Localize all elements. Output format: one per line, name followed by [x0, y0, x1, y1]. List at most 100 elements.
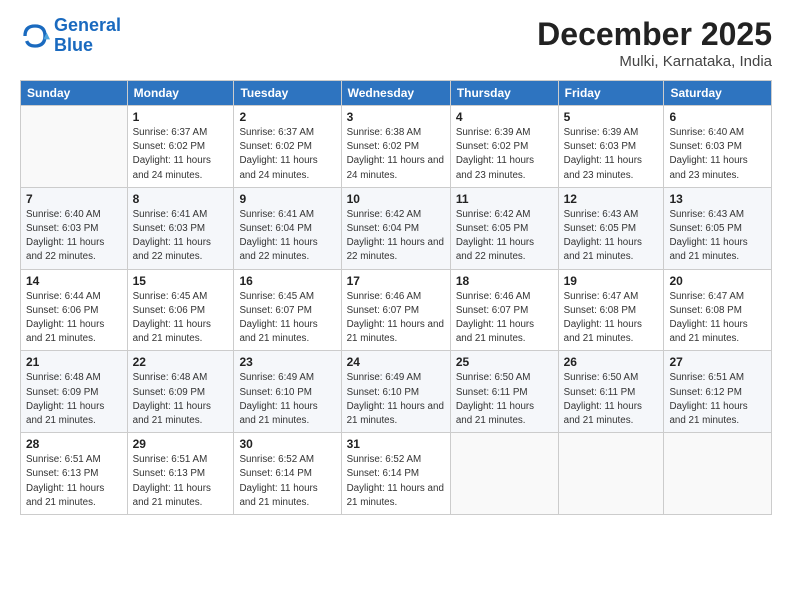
day-number: 25: [456, 355, 553, 369]
cell-w2-d1: 8 Sunrise: 6:41 AM Sunset: 6:03 PM Dayli…: [127, 187, 234, 269]
day-info: Sunrise: 6:52 AM Sunset: 6:14 PM Dayligh…: [239, 453, 335, 510]
title-block: December 2025 Mulki, Karnataka, India: [537, 16, 772, 70]
day-number: 13: [669, 192, 766, 206]
logo-icon: [20, 21, 50, 51]
day-number: 8: [133, 192, 229, 206]
day-number: 24: [347, 355, 445, 369]
cell-w5-d2: 30 Sunrise: 6:52 AM Sunset: 6:14 PM Dayl…: [234, 433, 341, 515]
cell-w4-d0: 21 Sunrise: 6:48 AM Sunset: 6:09 PM Dayl…: [21, 351, 128, 433]
header-row: Sunday Monday Tuesday Wednesday Thursday…: [21, 81, 772, 106]
day-number: 11: [456, 192, 553, 206]
day-info: Sunrise: 6:48 AM Sunset: 6:09 PM Dayligh…: [26, 371, 122, 428]
day-info: Sunrise: 6:43 AM Sunset: 6:05 PM Dayligh…: [669, 208, 766, 265]
day-info: Sunrise: 6:37 AM Sunset: 6:02 PM Dayligh…: [133, 126, 229, 183]
cell-w4-d2: 23 Sunrise: 6:49 AM Sunset: 6:10 PM Dayl…: [234, 351, 341, 433]
day-info: Sunrise: 6:47 AM Sunset: 6:08 PM Dayligh…: [564, 290, 659, 347]
day-info: Sunrise: 6:43 AM Sunset: 6:05 PM Dayligh…: [564, 208, 659, 265]
day-info: Sunrise: 6:46 AM Sunset: 6:07 PM Dayligh…: [347, 290, 445, 347]
cell-w3-d4: 18 Sunrise: 6:46 AM Sunset: 6:07 PM Dayl…: [450, 269, 558, 351]
day-number: 20: [669, 274, 766, 288]
week-row-2: 7 Sunrise: 6:40 AM Sunset: 6:03 PM Dayli…: [21, 187, 772, 269]
cell-w3-d0: 14 Sunrise: 6:44 AM Sunset: 6:06 PM Dayl…: [21, 269, 128, 351]
day-info: Sunrise: 6:39 AM Sunset: 6:03 PM Dayligh…: [564, 126, 659, 183]
week-row-5: 28 Sunrise: 6:51 AM Sunset: 6:13 PM Dayl…: [21, 433, 772, 515]
day-info: Sunrise: 6:39 AM Sunset: 6:02 PM Dayligh…: [456, 126, 553, 183]
day-number: 17: [347, 274, 445, 288]
day-info: Sunrise: 6:40 AM Sunset: 6:03 PM Dayligh…: [669, 126, 766, 183]
day-number: 9: [239, 192, 335, 206]
cell-w1-d0: [21, 106, 128, 188]
cell-w2-d4: 11 Sunrise: 6:42 AM Sunset: 6:05 PM Dayl…: [450, 187, 558, 269]
day-number: 10: [347, 192, 445, 206]
col-thursday: Thursday: [450, 81, 558, 106]
logo: General Blue: [20, 16, 121, 56]
day-info: Sunrise: 6:42 AM Sunset: 6:04 PM Dayligh…: [347, 208, 445, 265]
day-info: Sunrise: 6:45 AM Sunset: 6:07 PM Dayligh…: [239, 290, 335, 347]
col-tuesday: Tuesday: [234, 81, 341, 106]
cell-w1-d2: 2 Sunrise: 6:37 AM Sunset: 6:02 PM Dayli…: [234, 106, 341, 188]
day-number: 16: [239, 274, 335, 288]
day-info: Sunrise: 6:46 AM Sunset: 6:07 PM Dayligh…: [456, 290, 553, 347]
cell-w3-d2: 16 Sunrise: 6:45 AM Sunset: 6:07 PM Dayl…: [234, 269, 341, 351]
cell-w2-d2: 9 Sunrise: 6:41 AM Sunset: 6:04 PM Dayli…: [234, 187, 341, 269]
day-number: 5: [564, 110, 659, 124]
day-info: Sunrise: 6:50 AM Sunset: 6:11 PM Dayligh…: [564, 371, 659, 428]
day-number: 12: [564, 192, 659, 206]
col-wednesday: Wednesday: [341, 81, 450, 106]
cell-w3-d6: 20 Sunrise: 6:47 AM Sunset: 6:08 PM Dayl…: [664, 269, 772, 351]
cell-w4-d5: 26 Sunrise: 6:50 AM Sunset: 6:11 PM Dayl…: [558, 351, 664, 433]
cell-w3-d3: 17 Sunrise: 6:46 AM Sunset: 6:07 PM Dayl…: [341, 269, 450, 351]
cell-w1-d3: 3 Sunrise: 6:38 AM Sunset: 6:02 PM Dayli…: [341, 106, 450, 188]
cell-w1-d4: 4 Sunrise: 6:39 AM Sunset: 6:02 PM Dayli…: [450, 106, 558, 188]
cell-w1-d6: 6 Sunrise: 6:40 AM Sunset: 6:03 PM Dayli…: [664, 106, 772, 188]
calendar-table: Sunday Monday Tuesday Wednesday Thursday…: [20, 80, 772, 515]
cell-w4-d3: 24 Sunrise: 6:49 AM Sunset: 6:10 PM Dayl…: [341, 351, 450, 433]
cell-w2-d0: 7 Sunrise: 6:40 AM Sunset: 6:03 PM Dayli…: [21, 187, 128, 269]
cell-w4-d1: 22 Sunrise: 6:48 AM Sunset: 6:09 PM Dayl…: [127, 351, 234, 433]
cell-w4-d4: 25 Sunrise: 6:50 AM Sunset: 6:11 PM Dayl…: [450, 351, 558, 433]
col-monday: Monday: [127, 81, 234, 106]
day-info: Sunrise: 6:38 AM Sunset: 6:02 PM Dayligh…: [347, 126, 445, 183]
day-number: 31: [347, 437, 445, 451]
cell-w3-d5: 19 Sunrise: 6:47 AM Sunset: 6:08 PM Dayl…: [558, 269, 664, 351]
logo-general: General: [54, 15, 121, 35]
day-number: 22: [133, 355, 229, 369]
cell-w4-d6: 27 Sunrise: 6:51 AM Sunset: 6:12 PM Dayl…: [664, 351, 772, 433]
cell-w5-d4: [450, 433, 558, 515]
day-number: 21: [26, 355, 122, 369]
day-info: Sunrise: 6:44 AM Sunset: 6:06 PM Dayligh…: [26, 290, 122, 347]
day-info: Sunrise: 6:41 AM Sunset: 6:04 PM Dayligh…: [239, 208, 335, 265]
cell-w5-d5: [558, 433, 664, 515]
day-info: Sunrise: 6:41 AM Sunset: 6:03 PM Dayligh…: [133, 208, 229, 265]
day-info: Sunrise: 6:40 AM Sunset: 6:03 PM Dayligh…: [26, 208, 122, 265]
cell-w1-d5: 5 Sunrise: 6:39 AM Sunset: 6:03 PM Dayli…: [558, 106, 664, 188]
day-info: Sunrise: 6:51 AM Sunset: 6:13 PM Dayligh…: [26, 453, 122, 510]
day-info: Sunrise: 6:50 AM Sunset: 6:11 PM Dayligh…: [456, 371, 553, 428]
day-info: Sunrise: 6:49 AM Sunset: 6:10 PM Dayligh…: [347, 371, 445, 428]
cell-w5-d1: 29 Sunrise: 6:51 AM Sunset: 6:13 PM Dayl…: [127, 433, 234, 515]
col-friday: Friday: [558, 81, 664, 106]
cell-w2-d3: 10 Sunrise: 6:42 AM Sunset: 6:04 PM Dayl…: [341, 187, 450, 269]
day-number: 19: [564, 274, 659, 288]
day-number: 14: [26, 274, 122, 288]
logo-blue: Blue: [54, 36, 121, 56]
day-info: Sunrise: 6:42 AM Sunset: 6:05 PM Dayligh…: [456, 208, 553, 265]
day-number: 7: [26, 192, 122, 206]
cell-w2-d6: 13 Sunrise: 6:43 AM Sunset: 6:05 PM Dayl…: [664, 187, 772, 269]
cell-w5-d0: 28 Sunrise: 6:51 AM Sunset: 6:13 PM Dayl…: [21, 433, 128, 515]
week-row-1: 1 Sunrise: 6:37 AM Sunset: 6:02 PM Dayli…: [21, 106, 772, 188]
day-number: 28: [26, 437, 122, 451]
day-info: Sunrise: 6:37 AM Sunset: 6:02 PM Dayligh…: [239, 126, 335, 183]
day-number: 4: [456, 110, 553, 124]
day-number: 3: [347, 110, 445, 124]
col-sunday: Sunday: [21, 81, 128, 106]
col-saturday: Saturday: [664, 81, 772, 106]
cell-w1-d1: 1 Sunrise: 6:37 AM Sunset: 6:02 PM Dayli…: [127, 106, 234, 188]
day-number: 23: [239, 355, 335, 369]
logo-text: General Blue: [54, 16, 121, 56]
day-number: 27: [669, 355, 766, 369]
day-number: 29: [133, 437, 229, 451]
month-title: December 2025: [537, 16, 772, 53]
day-number: 1: [133, 110, 229, 124]
day-info: Sunrise: 6:48 AM Sunset: 6:09 PM Dayligh…: [133, 371, 229, 428]
